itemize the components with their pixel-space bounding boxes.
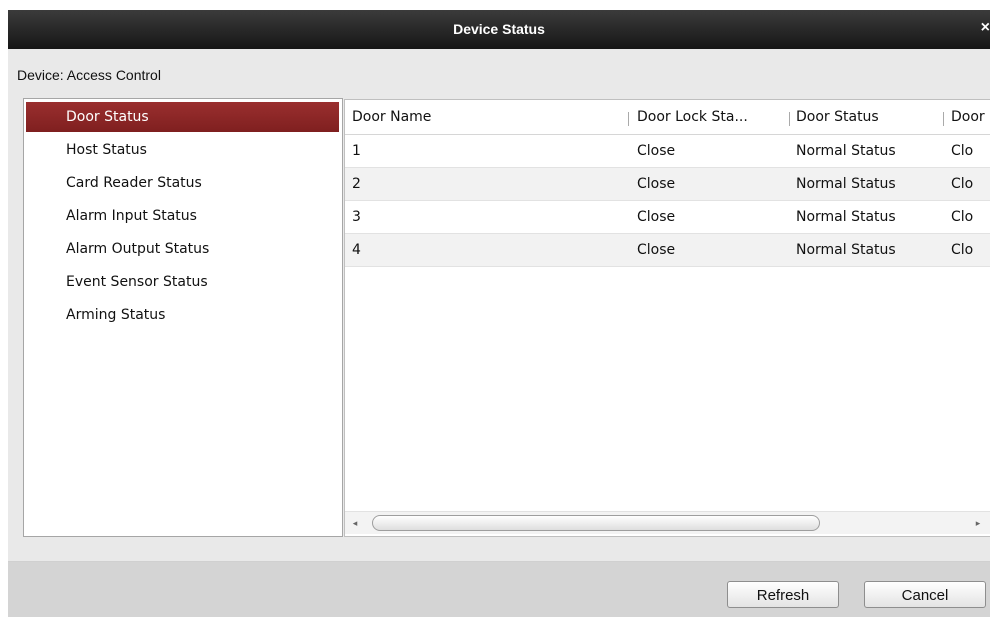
column-header-door-truncated[interactable]: Door [951, 100, 990, 134]
cell-door-status: Normal Status [796, 209, 896, 225]
sidebar-item-alarm-input-status[interactable]: Alarm Input Status [26, 201, 339, 231]
column-divider[interactable] [789, 112, 790, 126]
door-status-table: Door Name Door Lock Sta... Door Status D… [344, 99, 990, 537]
refresh-button[interactable]: Refresh [727, 581, 839, 608]
cell-truncated: Clo [951, 143, 974, 159]
close-icon[interactable]: × [976, 18, 990, 38]
scroll-right-arrow-icon[interactable]: ▸ [971, 515, 985, 531]
cell-door-lock-status: Close [637, 209, 676, 225]
cancel-button[interactable]: Cancel [864, 581, 986, 608]
cell-truncated: Clo [951, 242, 974, 258]
column-header-door-lock-status[interactable]: Door Lock Sta... [637, 100, 785, 134]
dialog-footer [8, 562, 990, 617]
status-category-list: Door Status Host Status Card Reader Stat… [23, 98, 343, 537]
table-row[interactable]: 3 Close Normal Status Clo [345, 201, 990, 234]
column-divider[interactable] [943, 112, 944, 126]
cell-truncated: Clo [951, 176, 974, 192]
cell-door-name: 4 [352, 242, 361, 258]
table-row[interactable]: 2 Close Normal Status Clo [345, 168, 990, 201]
cell-door-lock-status: Close [637, 176, 676, 192]
table-row[interactable]: 1 Close Normal Status Clo [345, 135, 990, 168]
cell-door-name: 1 [352, 143, 361, 159]
cell-door-status: Normal Status [796, 176, 896, 192]
device-status-dialog: Device Status × Device: Access Control D… [8, 10, 990, 617]
cell-door-status: Normal Status [796, 143, 896, 159]
table-header: Door Name Door Lock Sta... Door Status D… [345, 100, 990, 135]
cell-door-name: 3 [352, 209, 361, 225]
sidebar-item-host-status[interactable]: Host Status [26, 135, 339, 165]
dialog-titlebar[interactable]: Device Status × [8, 10, 990, 49]
sidebar-item-door-status[interactable]: Door Status [26, 102, 339, 132]
column-header-door-status[interactable]: Door Status [796, 100, 941, 134]
sidebar-item-arming-status[interactable]: Arming Status [26, 300, 339, 330]
column-divider[interactable] [628, 112, 629, 126]
scroll-left-arrow-icon[interactable]: ◂ [348, 515, 362, 531]
table-row[interactable]: 4 Close Normal Status Clo [345, 234, 990, 267]
sidebar-item-event-sensor-status[interactable]: Event Sensor Status [26, 267, 339, 297]
column-header-door-name[interactable]: Door Name [352, 100, 622, 134]
cell-door-lock-status: Close [637, 143, 676, 159]
sidebar-item-alarm-output-status[interactable]: Alarm Output Status [26, 234, 339, 264]
cell-door-name: 2 [352, 176, 361, 192]
horizontal-scrollbar[interactable]: ◂ ▸ [345, 511, 990, 534]
cell-truncated: Clo [951, 209, 974, 225]
dialog-title: Device Status [453, 21, 545, 37]
scrollbar-thumb[interactable] [372, 515, 820, 531]
sidebar-item-card-reader-status[interactable]: Card Reader Status [26, 168, 339, 198]
device-label: Device: Access Control [17, 67, 161, 83]
cell-door-status: Normal Status [796, 242, 896, 258]
cell-door-lock-status: Close [637, 242, 676, 258]
